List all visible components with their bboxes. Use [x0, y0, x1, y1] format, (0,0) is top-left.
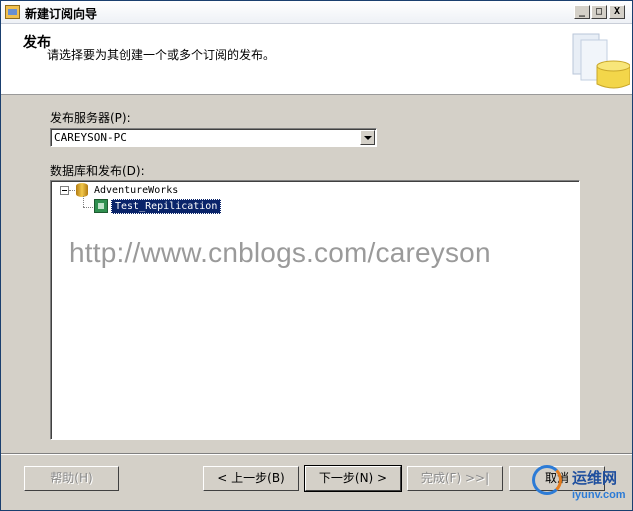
publisher-select[interactable]: CAREYSON-PC	[50, 128, 377, 147]
page-subtitle: 请选择要为其创建一个或多个订阅的发布。	[47, 48, 276, 62]
database-cylinder-icon	[572, 33, 630, 89]
publication-icon	[94, 199, 108, 213]
wizard-window: 新建订阅向导 _ □ X 发布 请选择要为其创建一个或多个订阅的发布。 发布服务…	[0, 0, 633, 511]
logo-title: 运维网	[572, 469, 618, 487]
close-button[interactable]: X	[609, 5, 625, 19]
window-title: 新建订阅向导	[25, 7, 98, 21]
logo-ring-icon	[532, 465, 562, 495]
maximize-button[interactable]: □	[591, 5, 607, 19]
tree-connector	[83, 207, 93, 208]
minimize-button[interactable]: _	[574, 5, 590, 19]
finish-button[interactable]: 完成(F) >>|	[407, 466, 503, 491]
publisher-value: CAREYSON-PC	[54, 131, 127, 144]
tree-node-database[interactable]: AdventureWorks	[94, 185, 178, 196]
chevron-down-icon[interactable]	[360, 130, 375, 145]
publisher-label: 发布服务器(P):	[50, 111, 131, 125]
wizard-icon	[5, 5, 20, 19]
tree-connector	[69, 190, 75, 191]
back-button[interactable]: < 上一步(B)	[203, 466, 299, 491]
site-logo: 运维网 iyunv.com	[528, 459, 632, 510]
tree-connector	[83, 196, 84, 207]
logo-url: iyunv.com	[572, 489, 626, 501]
tree-node-publication[interactable]: Test_Repilication	[111, 199, 222, 214]
divider	[1, 453, 632, 455]
database-publication-tree[interactable]: AdventureWorks Test_Repilication	[50, 180, 580, 440]
database-icon	[76, 183, 88, 197]
tree-label: 数据库和发布(D):	[50, 164, 145, 178]
collapse-toggle-icon[interactable]	[60, 186, 69, 195]
wizard-header: 发布 请选择要为其创建一个或多个订阅的发布。	[1, 24, 632, 95]
help-button[interactable]: 帮助(H)	[24, 466, 119, 491]
watermark-text: http://www.cnblogs.com/careyson	[69, 237, 491, 268]
title-bar[interactable]: 新建订阅向导 _ □ X	[1, 1, 632, 24]
next-button[interactable]: 下一步(N) >	[304, 465, 402, 492]
